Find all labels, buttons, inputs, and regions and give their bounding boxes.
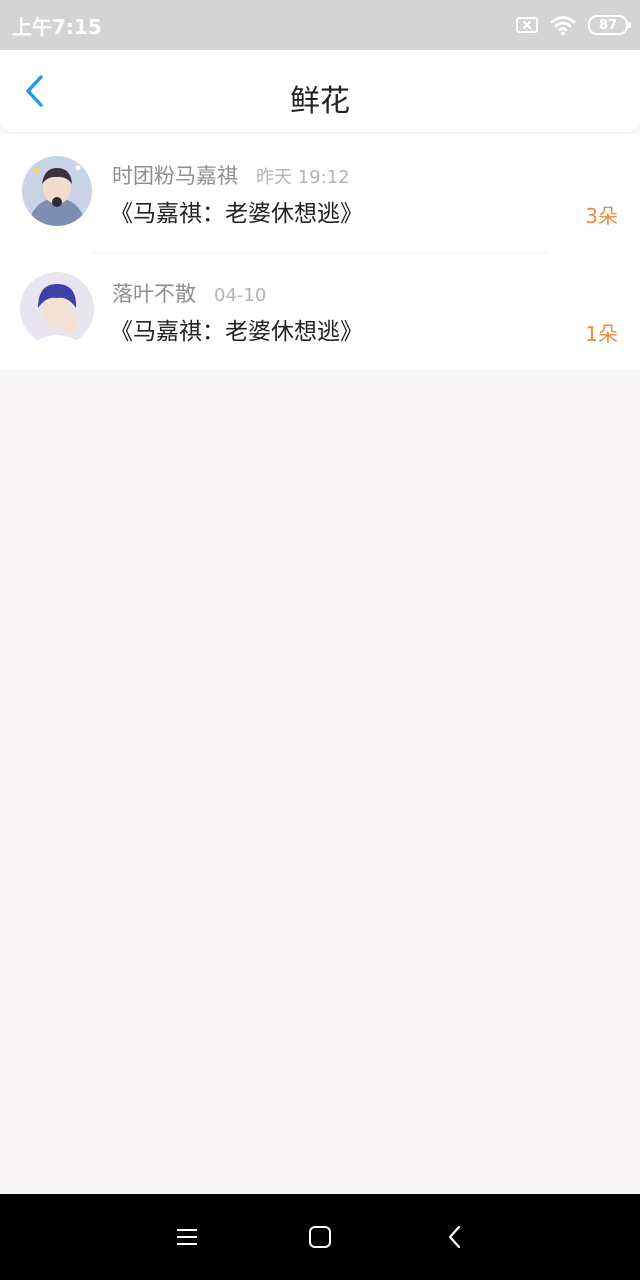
status-bar: 上午7:15 87 (0, 0, 640, 50)
list-item[interactable]: 落叶不散 04-10 《马嘉祺：老婆休想逃》 1朵 (0, 252, 640, 370)
avatar-image (20, 272, 94, 346)
avatar[interactable] (20, 272, 94, 346)
wifi-icon (550, 16, 576, 36)
user-name[interactable]: 落叶不散 (112, 278, 196, 308)
menu-icon (177, 1229, 197, 1245)
timestamp: 04-10 (214, 285, 267, 306)
book-title[interactable]: 《马嘉祺：老婆休想逃》 (110, 312, 363, 346)
screen: 上午7:15 87 鲜花 时团粉马嘉祺 昨天 19:12 《马嘉祺：老婆休想逃》… (0, 0, 640, 1280)
home-button[interactable] (303, 1220, 337, 1254)
status-time: 上午7:15 (12, 15, 102, 39)
home-icon (309, 1226, 331, 1248)
book-title[interactable]: 《马嘉祺：老婆休想逃》 (110, 194, 363, 228)
system-back-button[interactable] (438, 1220, 472, 1254)
flower-count: 3朵 (585, 204, 618, 228)
avatar-image (22, 156, 92, 226)
name-line: 时团粉马嘉祺 昨天 19:12 (112, 160, 350, 190)
flower-list: 时团粉马嘉祺 昨天 19:12 《马嘉祺：老婆休想逃》 3朵 落叶不散 04-1… (0, 134, 640, 370)
navigation-bar (0, 1194, 640, 1280)
status-icons: 87 (516, 12, 631, 38)
list-item[interactable]: 时团粉马嘉祺 昨天 19:12 《马嘉祺：老婆休想逃》 3朵 (0, 134, 640, 252)
battery-icon: 87 (588, 15, 631, 35)
page-title: 鲜花 (290, 84, 350, 119)
header: 鲜花 (0, 50, 640, 132)
menu-button[interactable] (170, 1220, 204, 1254)
name-line: 落叶不散 04-10 (112, 278, 266, 308)
flower-count: 1朵 (585, 322, 618, 346)
no-sim-icon (516, 17, 538, 33)
avatar[interactable] (22, 156, 92, 226)
battery-level: 87 (598, 17, 618, 33)
user-name[interactable]: 时团粉马嘉祺 (112, 160, 238, 190)
timestamp: 昨天 19:12 (256, 167, 350, 188)
back-icon (448, 1225, 461, 1249)
